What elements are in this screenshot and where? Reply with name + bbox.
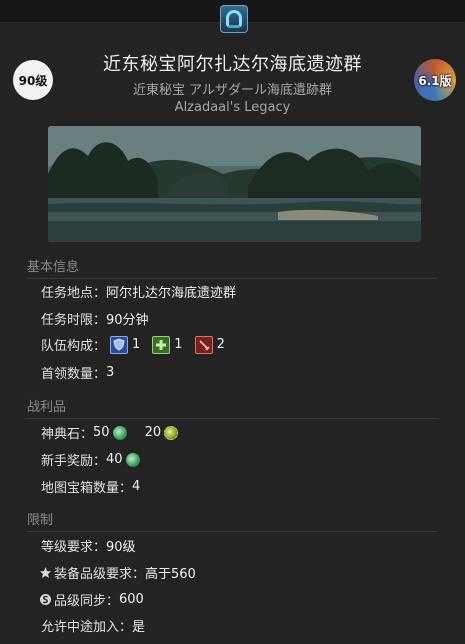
- row-join-in-progress: 允许中途加入： 是: [41, 616, 145, 635]
- boss-count-value: 3: [106, 365, 115, 380]
- dungeon-portal-icon: [220, 5, 248, 33]
- row-item-level-requirement: 装备品级要求： 高于560: [39, 563, 196, 582]
- tank-shield-icon: [110, 335, 129, 354]
- level-requirement-value: 90级: [106, 540, 136, 555]
- rookie-bonus-label: 新手奖励：: [41, 454, 107, 469]
- duty-title: 近东秘宝阿尔扎达尔海底遗迹群: [103, 54, 362, 75]
- map-chest-value: 4: [132, 479, 141, 494]
- row-tomestones: 神典石： 50 20: [41, 423, 182, 442]
- item-level-sync-value: 600: [119, 592, 144, 607]
- gold-tomestone-icon: [164, 425, 179, 440]
- banner-scene: [48, 126, 421, 242]
- section-heading-basic-info: 基本信息: [27, 256, 437, 279]
- dps-count: 2: [216, 337, 225, 352]
- item-level-sync-label: 品级同步：: [54, 594, 120, 609]
- boss-count-label: 首领数量：: [41, 367, 107, 382]
- tomestone-label: 神典石：: [41, 427, 94, 442]
- level-requirement-label: 等级要求：: [41, 540, 107, 555]
- section-heading-loot: 战利品: [27, 396, 437, 419]
- duty-subtitle-japanese: 近東秘宝 アルザダール海底遺跡群: [132, 83, 332, 98]
- duty-banner-image: [48, 126, 421, 242]
- time-limit-value: 90分钟: [106, 313, 149, 328]
- tomestone-gold-value: 20: [144, 425, 162, 440]
- duty-subtitle-english: Alzadaal's Legacy: [174, 100, 291, 115]
- row-map-chests: 地图宝箱数量： 4: [41, 477, 140, 496]
- green-tomestone-icon: [112, 425, 127, 440]
- item-level-label: 装备品级要求：: [54, 567, 146, 582]
- location-label: 任务地点：: [41, 286, 107, 301]
- tomestone-green-value: 50: [93, 425, 110, 440]
- section-heading-limits: 限制: [27, 509, 437, 532]
- row-rookie-bonus: 新手奖励： 40: [41, 450, 144, 469]
- party-composition-label: 队伍构成：: [41, 339, 107, 354]
- item-level-icon: [39, 566, 52, 579]
- row-location: 任务地点： 阿尔扎达尔海底遗迹群: [41, 282, 236, 301]
- row-boss-count: 首领数量： 3: [41, 363, 114, 382]
- tank-count: 1: [132, 337, 141, 352]
- join-in-progress-value: 是: [132, 620, 146, 635]
- dps-sword-icon: [194, 335, 213, 354]
- row-party-composition: 队伍构成： 1 1 2: [41, 335, 225, 354]
- level-sync-icon: [39, 593, 52, 606]
- rookie-bonus-value: 40: [106, 452, 123, 467]
- row-time-limit: 任务时限： 90分钟: [41, 309, 149, 328]
- row-level-requirement: 等级要求： 90级: [41, 536, 136, 555]
- healer-count: 1: [174, 337, 183, 352]
- time-limit-label: 任务时限：: [41, 313, 107, 328]
- row-item-level-sync: 品级同步： 600: [39, 590, 144, 609]
- item-level-value: 高于560: [145, 567, 196, 582]
- map-chest-label: 地图宝箱数量：: [41, 481, 133, 496]
- green-tomestone-icon: [125, 452, 140, 467]
- join-in-progress-label: 允许中途加入：: [41, 620, 133, 635]
- location-value: 阿尔扎达尔海底遗迹群: [106, 286, 237, 301]
- healer-cross-icon: [152, 335, 171, 354]
